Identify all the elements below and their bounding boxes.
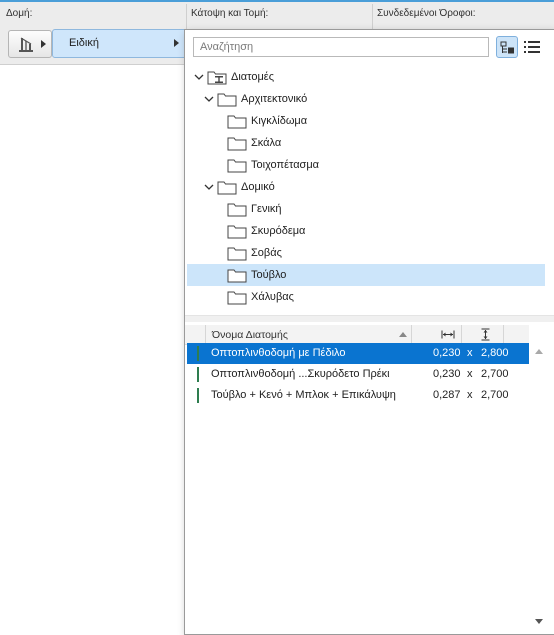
search-input[interactable] bbox=[193, 37, 489, 57]
tree-item-stair[interactable]: Σκάλα bbox=[187, 132, 545, 154]
chevron-down-icon[interactable] bbox=[194, 72, 204, 82]
chevron-down-icon[interactable] bbox=[204, 94, 214, 104]
sort-ascending-icon bbox=[399, 332, 407, 337]
tree-item-concrete[interactable]: Σκυρόδεμα bbox=[187, 220, 545, 242]
chevron-down-icon[interactable] bbox=[204, 182, 214, 192]
profile-row[interactable]: Τούβλο + Κενό + Μπλοκ + Επικάλυψη 0,287 … bbox=[187, 385, 529, 406]
list-header: Όνομα Διατομής bbox=[185, 325, 529, 345]
folder-icon bbox=[227, 269, 247, 283]
profile-width: 0,230 bbox=[433, 347, 461, 359]
profile-height: 2,700 bbox=[481, 389, 509, 401]
tree-item-railing[interactable]: Κιγκλίδωμα bbox=[187, 110, 545, 132]
dimension-separator: x bbox=[467, 368, 473, 380]
tree-item-plaster[interactable]: Σοβάς bbox=[187, 242, 545, 264]
profile-width: 0,230 bbox=[433, 368, 461, 380]
folder-icon bbox=[227, 203, 247, 217]
tree-item-label: Σοβάς bbox=[251, 247, 282, 259]
profile-color-bar bbox=[197, 367, 199, 382]
panel-splitter[interactable] bbox=[185, 315, 554, 322]
tree-item-label: Σκυρόδεμα bbox=[251, 225, 306, 237]
category-selector[interactable]: Ειδική bbox=[52, 29, 188, 58]
profile-picker-popup: Διατομές Αρχιτεκτονικό Κιγκλίδωμα Σκάλα … bbox=[184, 29, 554, 635]
dimension-separator: x bbox=[467, 347, 473, 359]
profile-color-bar bbox=[197, 388, 199, 403]
profile-name: Οπτοπλινθοδομή ...Σκυρόδετο Πρέκι bbox=[211, 368, 390, 380]
building-structure-icon bbox=[19, 37, 33, 52]
tree-item-label: Κιγκλίδωμα bbox=[251, 115, 308, 127]
dimension-separator: x bbox=[467, 389, 473, 401]
structure-label: Δομή: bbox=[6, 8, 33, 19]
folder-icon bbox=[217, 181, 237, 195]
tree-item-label: Γενική bbox=[251, 203, 282, 215]
profile-name: Οπτοπλινθοδομή με Πέδιλο bbox=[211, 347, 346, 359]
folder-icon bbox=[227, 159, 247, 173]
profile-width: 0,287 bbox=[433, 389, 461, 401]
folder-icon bbox=[227, 225, 247, 239]
list-view-button[interactable] bbox=[521, 37, 543, 57]
folder-icon bbox=[217, 93, 237, 107]
profile-height: 2,800 bbox=[481, 347, 509, 359]
tree-group-label: Αρχιτεκτονικό bbox=[241, 93, 308, 105]
profile-row[interactable]: Οπτοπλινθοδομή με Πέδιλο 0,230 x 2,800 bbox=[187, 343, 529, 364]
folder-icon bbox=[227, 115, 247, 129]
tree-item-brick[interactable]: Τούβλο bbox=[187, 264, 545, 286]
profile-row[interactable]: Οπτοπλινθοδομή ...Σκυρόδετο Πρέκι 0,230 … bbox=[187, 364, 529, 385]
profile-section-icon bbox=[207, 71, 227, 85]
scroll-down-arrow-icon[interactable] bbox=[535, 619, 543, 624]
tree-item-label: Τούβλο bbox=[251, 269, 287, 281]
chevron-right-icon bbox=[174, 39, 179, 47]
tree-group-label: Δομικό bbox=[241, 181, 275, 193]
tree-root-label: Διατομές bbox=[231, 71, 275, 83]
folder-icon bbox=[227, 291, 247, 305]
tree-root-profiles[interactable]: Διατομές bbox=[187, 66, 545, 88]
tree-group-architectural[interactable]: Αρχιτεκτονικό bbox=[187, 88, 545, 110]
profile-color-bar bbox=[197, 346, 199, 361]
category-selector-value: Ειδική bbox=[69, 37, 99, 49]
profile-height: 2,700 bbox=[481, 368, 509, 380]
folder-icon bbox=[227, 247, 247, 261]
tree-item-steel[interactable]: Χάλυβας bbox=[187, 286, 545, 308]
list-scrollbar[interactable] bbox=[531, 344, 547, 628]
tree-view-button[interactable] bbox=[496, 36, 518, 58]
tree-item-label: Σκάλα bbox=[251, 137, 282, 149]
structure-type-button[interactable] bbox=[8, 30, 52, 58]
list-view-icon bbox=[524, 41, 540, 53]
folder-icon bbox=[227, 137, 247, 151]
tree-group-structural[interactable]: Δομικό bbox=[187, 176, 545, 198]
chevron-right-icon bbox=[41, 40, 46, 48]
scroll-up-arrow-icon[interactable] bbox=[535, 349, 543, 354]
tree-item-label: Τοιχοπέτασμα bbox=[251, 159, 320, 171]
profile-name: Τούβλο + Κενό + Μπλοκ + Επικάλυψη bbox=[211, 389, 396, 401]
height-dimension-icon[interactable] bbox=[481, 328, 490, 341]
tree-item-label: Χάλυβας bbox=[251, 291, 294, 303]
floor-plan-section-label: Κάτοψη και Τομή: bbox=[191, 8, 269, 19]
tree-view-icon bbox=[500, 41, 514, 54]
tree-item-curtain-wall[interactable]: Τοιχοπέτασμα bbox=[187, 154, 545, 176]
linked-floors-label: Συνδεδεμένοι Όροφοι: bbox=[377, 8, 476, 19]
width-dimension-icon[interactable] bbox=[441, 330, 455, 339]
column-header-name[interactable]: Όνομα Διατομής bbox=[212, 329, 288, 341]
tree-item-general[interactable]: Γενική bbox=[187, 198, 545, 220]
